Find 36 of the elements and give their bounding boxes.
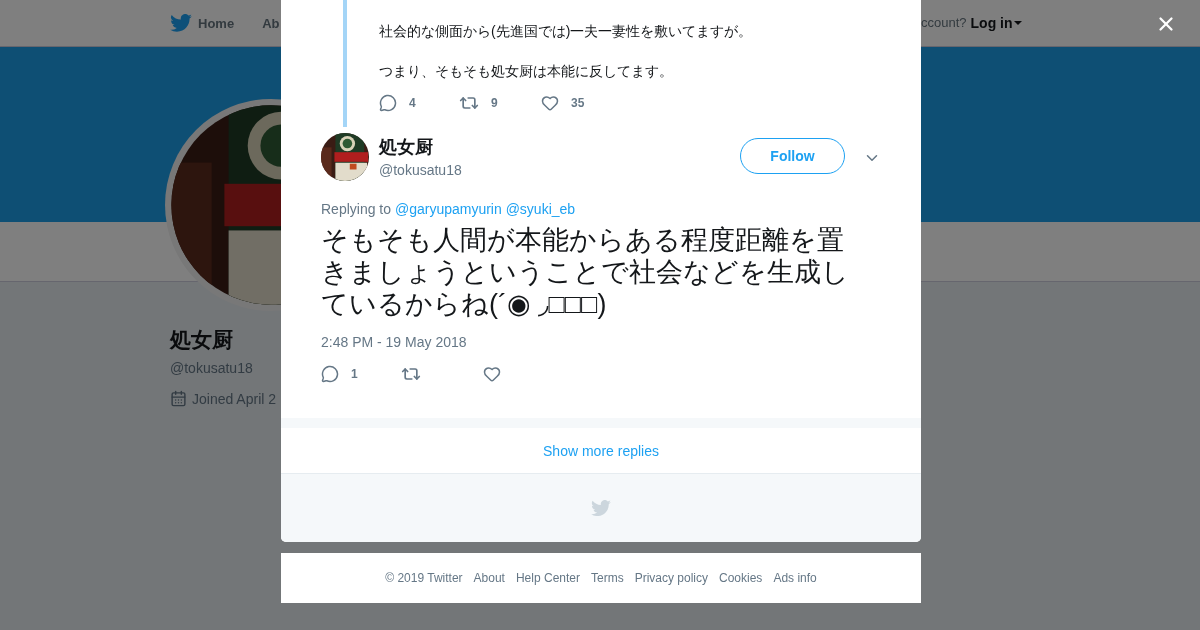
footer-link[interactable]: Terms — [591, 571, 624, 585]
retweet-count: 9 — [491, 96, 498, 110]
footer-link[interactable]: Privacy policy — [634, 571, 708, 585]
login-prompt: ccount? — [921, 15, 967, 31]
reply-count: 1 — [351, 367, 358, 381]
nav-link[interactable]: Ab — [262, 15, 280, 31]
mention-link[interactable]: @garyupamyurin — [394, 201, 502, 217]
tweet-text: そもそも人間が本能からある程度距離を置きましょうということで社会などを生成しているからね(´◉ ◞□□□) — [321, 224, 850, 320]
like-count: 35 — [571, 96, 585, 110]
footer-link[interactable]: Cookies — [719, 571, 763, 585]
reply-count: 4 — [409, 96, 416, 110]
follow-button[interactable]: Follow — [740, 138, 845, 174]
like-icon[interactable] — [541, 94, 559, 112]
footer-link[interactable]: Ads info — [773, 571, 817, 585]
nav-link[interactable]: Home — [170, 14, 235, 32]
reply-icon[interactable] — [321, 365, 339, 383]
profile-handle: @tokusatu18 — [170, 360, 253, 376]
bird-icon — [591, 499, 611, 517]
like-icon[interactable] — [483, 365, 501, 383]
copyright-text: © 2019 Twitter — [385, 571, 463, 585]
reply-icon[interactable] — [379, 94, 397, 112]
caret-icon[interactable] — [1013, 21, 1022, 25]
tweet-text: つまり、そもそも処女厨は本能に反してます。 — [379, 62, 674, 81]
user-name: 処女厨 — [379, 136, 434, 159]
calendar-icon — [170, 390, 187, 407]
tweet-time: 2:48 PM - 19 May 2018 — [321, 334, 468, 350]
profile-name: 処女厨 — [170, 327, 233, 353]
user-handle: @tokusatu18 — [379, 162, 463, 178]
tweet-text: 社会的な側面から(先進国では)一夫一妻性を敷いてますが。 — [379, 22, 753, 41]
joined-date: Joined April 2 — [192, 390, 277, 407]
bird-icon — [170, 14, 192, 32]
mention-link[interactable]: @syuki_eb — [505, 201, 576, 217]
footer-link[interactable]: About — [473, 571, 505, 585]
replying-to-text: Replying to @garyupamyurin @syuki_eb — [321, 201, 577, 217]
login-link[interactable]: Log in — [970, 15, 1013, 31]
footer-link[interactable]: Help Center — [515, 571, 580, 585]
